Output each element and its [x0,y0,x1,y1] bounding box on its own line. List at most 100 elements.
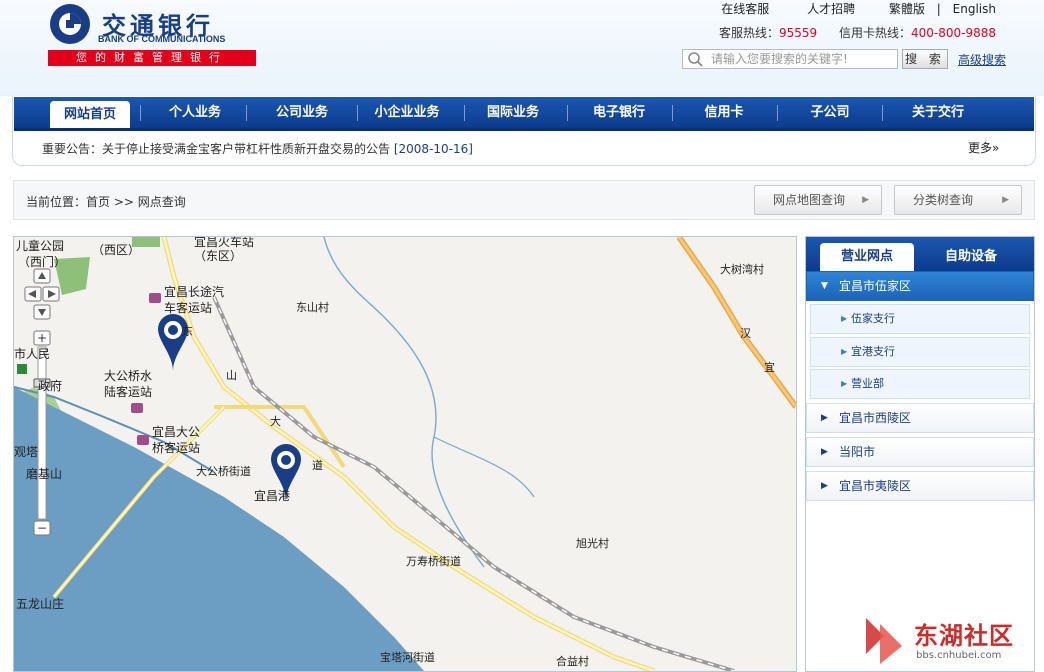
map-label: 陆客运站 [104,385,153,399]
branch-item[interactable]: ▶ 宜港支行 [810,337,1030,367]
branch-item[interactable]: ▶ 伍家支行 [810,304,1030,334]
nav-about[interactable]: 关于交行 [890,97,986,128]
hotline: 客服热线：95559 信用卡热线：400-800-9888 [719,24,996,41]
more-notices-link[interactable]: 更多» [968,139,999,156]
nav-credit-card[interactable]: 信用卡 [680,97,768,128]
nav-international[interactable]: 国际业务 [470,97,556,128]
nav-e-banking[interactable]: 电子银行 [574,97,664,128]
triangle-right-icon: ▶ [821,481,828,491]
map-label: 东山村 [296,301,329,314]
bank-logo[interactable]: 交通银行 BANK OF COMMUNICATIONS 您的财富管理银行 [48,2,260,66]
map-label: （西区） [92,243,141,257]
map-label: 观塔 [14,445,39,459]
card-hotline-number: 400-800-9888 [910,26,996,40]
map-label: 东 [182,325,193,338]
bocom-logo-icon [50,4,90,44]
map-label: 宜昌长途汽 [164,285,225,299]
map-label: 车客运站 [164,301,213,315]
nav-subsidiaries[interactable]: 子公司 [786,97,874,128]
search-icon [688,52,703,67]
notice-bar[interactable]: 重要公告：关于停止接受满金宝客户带杠杆性质新开盘交易的公告 [2008-10-1… [42,140,473,157]
breadcrumb: 当前位置：首页 >> 网点查询 [26,195,186,209]
map-label: 儿童公园 [16,239,65,253]
region-xiling[interactable]: ▶ 宜昌市西陵区 [806,403,1034,433]
branch-label: 宜港支行 [851,345,895,358]
region-label: 宜昌市伍家区 [839,279,912,293]
nav-divider [672,105,673,121]
card-hotline-label: 信用卡热线： [838,26,911,40]
brand-name-en: BANK OF COMMUNICATIONS [98,34,226,44]
tree-search-button[interactable]: 分类树查询 ▶ [894,185,1022,215]
nav-home[interactable]: 网站首页 [50,101,130,128]
nav-divider [777,105,778,121]
search-button[interactable]: 搜 索 [902,49,948,69]
map-label: 道 [312,459,323,472]
government-icon [17,364,27,374]
nav-divider [567,105,568,121]
branch-label: 伍家支行 [851,312,895,325]
nav-small-business[interactable]: 小企业业务 [362,97,452,128]
region-wujia[interactable]: ▼ 宜昌市伍家区 [806,271,1034,301]
brand-slogan: 您的财富管理银行 [48,50,256,66]
map-label: 旭光村 [576,537,609,550]
watermark-text: 东湖社区 [914,622,1014,650]
region-yiling[interactable]: ▶ 宜昌市夷陵区 [806,471,1034,501]
nav-divider [357,105,358,121]
map-search-button[interactable]: 网点地图查询 ▶ [754,185,882,215]
map-label: 大公桥街道 [196,465,251,478]
panel-tabs: 营业网点 自助设备 [806,237,1034,271]
nav-divider [246,105,247,121]
triangle-right-icon: ▶ [821,413,828,423]
triangle-right-icon: ▶ [821,447,828,457]
region-dangyang[interactable]: ▶ 当阳市 [806,437,1034,467]
map-label: 山 [226,369,237,382]
search-placeholder: 请输入您要搜索的关键字! [711,52,848,66]
map-label: 合益村 [556,655,589,668]
triangle-right-icon: ▶ [841,314,848,323]
nav-corporate[interactable]: 公司业务 [254,97,350,128]
branch-panel: 营业网点 自助设备 ▼ 宜昌市伍家区 ▶ 伍家支行 ▶ 宜港支行 ▶ 营业部 ▶… [805,236,1035,672]
search-input[interactable]: 请输入您要搜索的关键字! [682,49,898,69]
map-label: （东区） [194,249,243,263]
triangle-right-icon: ▶ [841,347,848,356]
map-label: 磨基山 [26,467,63,481]
tab-branches[interactable]: 营业网点 [820,243,914,271]
link-careers[interactable]: 人才招聘 [807,2,855,16]
map-label: 宜昌港 [254,489,291,503]
link-english[interactable]: English [953,2,996,16]
map-label: 万寿桥街道 [406,555,461,568]
service-hotline-label: 客服热线： [718,26,779,40]
notice-text[interactable]: 重要公告：关于停止接受满金宝客户带杠杆性质新开盘交易的公告 [42,142,390,156]
bus-station-icon [131,403,143,413]
link-online-service[interactable]: 在线客服 [721,2,769,16]
tab-atm[interactable]: 自助设备 [924,243,1018,271]
nav-divider [464,105,465,121]
branch-item[interactable]: ▶ 营业部 [810,369,1030,399]
bus-station-icon [149,293,161,303]
map-label: 宝塔河街道 [380,651,435,664]
map-label: 宜 [764,361,775,374]
chevron-right-icon: ▶ [862,195,869,205]
map-search-label: 网点地图查询 [773,193,846,207]
map-label: 市人民 [14,347,51,361]
map-canvas[interactable]: + − [14,237,796,671]
link-traditional[interactable]: 繁體版 [889,2,925,16]
map-label: 宜昌大公 [152,425,201,439]
top-links: 在线客服 人才招聘 繁體版 | English [687,0,996,17]
triangle-down-icon: ▼ [821,281,828,291]
tree-search-label: 分类树查询 [913,193,974,207]
triangle-right-icon: ▶ [841,379,848,388]
branch-map[interactable]: + − 儿童公园 （西门） （西区） 宜昌火车站 （东区） 大树湾村 宜昌长途汽… [13,236,797,672]
breadcrumb-bar: 当前位置：首页 >> 网点查询 网点地图查询 ▶ 分类树查询 ▶ [13,180,1035,220]
map-label: 桥客运站 [152,441,201,455]
advanced-search-link[interactable]: 高级搜索 [958,51,1006,68]
chevron-right-icon: ▶ [1002,195,1009,205]
nav-personal[interactable]: 个人业务 [150,97,240,128]
region-label: 宜昌市西陵区 [839,411,912,425]
map-label: 汉 [740,327,751,340]
notice-date: [2008-10-16] [393,142,473,156]
svg-text:+: + [37,331,47,345]
watermark-logo-icon [866,618,902,664]
svg-text:−: − [37,521,47,535]
main-nav: 网站首页 个人业务 公司业务 小企业业务 国际业务 电子银行 信用卡 子公司 关… [14,97,1034,131]
